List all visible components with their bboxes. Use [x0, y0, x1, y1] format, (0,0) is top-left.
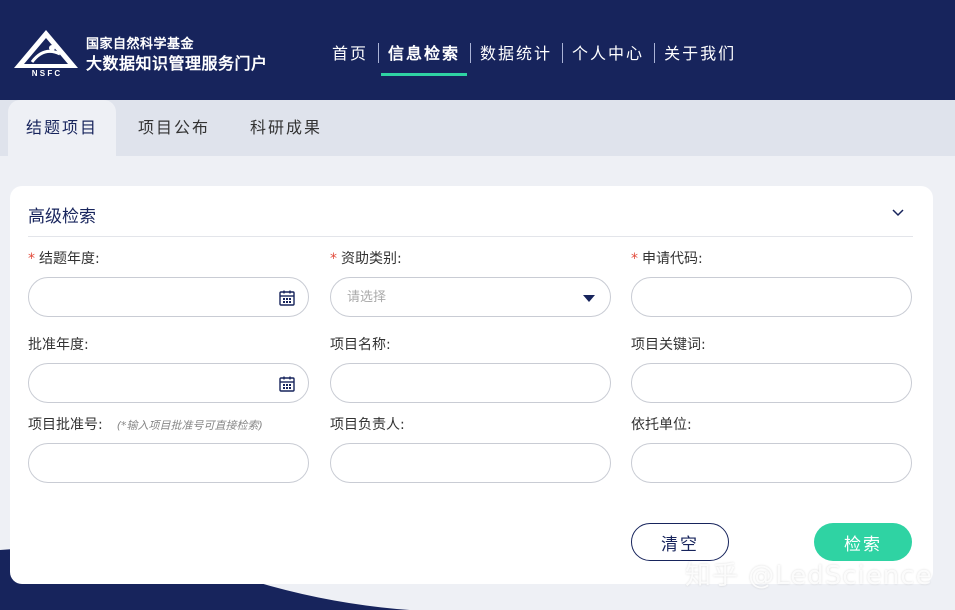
approve-no-hint: (*输入项目批准号可直接检索): [116, 419, 263, 432]
end-year-label: * 结题年度:: [28, 251, 100, 267]
logo-abbr: N S F C: [32, 69, 61, 78]
advanced-search-title: 高级检索: [28, 207, 96, 227]
tab-bar: 结题项目 项目公布 科研成果: [0, 100, 955, 156]
main-nav: 首页 信息检索 数据统计 个人中心 关于我们: [322, 40, 746, 76]
approve-year-input[interactable]: [29, 364, 308, 402]
nav-statistics[interactable]: 数据统计: [470, 40, 562, 70]
institution-field[interactable]: [631, 443, 912, 483]
end-year-input[interactable]: [29, 278, 308, 316]
project-name-input[interactable]: [331, 364, 610, 402]
project-name-label: 项目名称:: [330, 337, 391, 353]
watermark: 知乎 @LedScience: [685, 561, 933, 591]
institution-label: 依托单位:: [631, 417, 692, 433]
funding-type-label: * 资助类别:: [330, 251, 402, 267]
apply-code-input[interactable]: [632, 278, 911, 316]
required-mark: *: [28, 251, 35, 267]
project-keywords-input[interactable]: [632, 364, 911, 402]
principal-label: 项目负责人:: [330, 417, 405, 433]
tab-completed-projects[interactable]: 结题项目: [8, 100, 117, 156]
project-keywords-field[interactable]: [631, 363, 912, 403]
approve-year-field[interactable]: [28, 363, 309, 403]
approve-year-label: 批准年度:: [28, 337, 89, 353]
advanced-search-card: 高级检索 *结题年度: *资助类别: *申请代码: 批准年度:: [10, 186, 933, 584]
nsfc-logo-icon[interactable]: N S F C: [12, 28, 80, 78]
logo-title-line2: 大数据知识管理服务门户: [86, 54, 268, 73]
dropdown-triangle-icon[interactable]: [580, 289, 598, 307]
principal-input[interactable]: [331, 444, 610, 482]
nav-about-us[interactable]: 关于我们: [654, 40, 746, 70]
approve-no-input[interactable]: [29, 444, 308, 482]
funding-type-input[interactable]: [331, 278, 610, 316]
top-header: N S F C 国家自然科学基金 大数据知识管理服务门户 首页 信息检索 数据统…: [0, 0, 955, 100]
required-mark: *: [631, 251, 638, 267]
nav-home[interactable]: 首页: [322, 40, 378, 70]
funding-type-select[interactable]: [330, 277, 611, 317]
nav-info-search[interactable]: 信息检索: [378, 40, 470, 76]
end-year-field[interactable]: [28, 277, 309, 317]
principal-field[interactable]: [330, 443, 611, 483]
chevron-down-icon[interactable]: [890, 204, 906, 220]
institution-input[interactable]: [632, 444, 911, 482]
divider: [28, 236, 913, 237]
approve-no-label: 项目批准号: (*输入项目批准号可直接检索): [28, 417, 263, 433]
tab-project-announcement[interactable]: 项目公布: [138, 100, 210, 156]
apply-code-label: * 申请代码:: [631, 251, 703, 267]
required-mark: *: [330, 251, 337, 267]
apply-code-field[interactable]: [631, 277, 912, 317]
nav-personal-center[interactable]: 个人中心: [562, 40, 654, 70]
calendar-icon[interactable]: [278, 289, 296, 307]
calendar-icon[interactable]: [278, 375, 296, 393]
approve-no-field[interactable]: [28, 443, 309, 483]
tab-research-results[interactable]: 科研成果: [250, 100, 322, 156]
project-name-field[interactable]: [330, 363, 611, 403]
project-keywords-label: 项目关键词:: [631, 337, 706, 353]
